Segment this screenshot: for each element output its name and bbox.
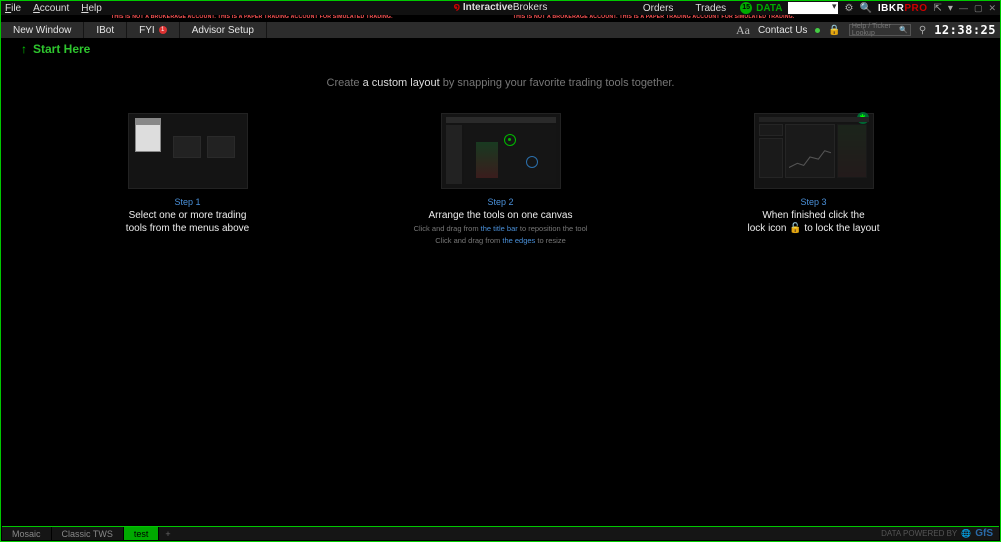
menu-account[interactable]: Account <box>33 3 69 14</box>
search-icon[interactable]: 🔍 <box>859 3 871 14</box>
step-3-text: When finished click the lock icon 🔓 to l… <box>699 209 929 235</box>
fyi-badge: 1 <box>159 26 167 34</box>
add-workspace-button[interactable]: + <box>159 527 176 540</box>
window-close[interactable]: ✕ <box>988 3 996 14</box>
market-data-status[interactable]: 15 DATA <box>740 2 782 14</box>
gear-icon[interactable]: ⚙ <box>844 3 853 14</box>
main-content: Create a custom layout by snapping your … <box>1 59 1000 541</box>
step-3-label: Step 3 <box>699 197 929 207</box>
font-size-icon[interactable]: Aa <box>736 23 750 38</box>
step-2-thumbnail <box>441 113 561 189</box>
ibot-button[interactable]: IBot <box>84 22 127 38</box>
headline: Create a custom layout by snapping your … <box>1 77 1000 89</box>
clock: 12:38:25 <box>934 23 996 37</box>
advisor-setup-button[interactable]: Advisor Setup <box>180 22 267 38</box>
step-2-sub1: Click and drag from the title bar to rep… <box>386 224 616 234</box>
window-minimize[interactable]: — <box>959 3 968 13</box>
orders-link[interactable]: Orders <box>635 3 682 14</box>
data-label: DATA <box>756 3 782 14</box>
start-here-label: Start Here <box>33 42 90 56</box>
contact-us-link[interactable]: Contact Us <box>758 25 807 36</box>
window-maximize[interactable]: ▢ <box>974 3 983 14</box>
workspace-tab-bar: Mosaic Classic TWS test + DATA POWERED B… <box>2 526 999 540</box>
link-icon[interactable]: ⚲ <box>919 25 926 36</box>
start-here-hint: ↑ Start Here <box>1 39 1000 59</box>
new-window-button[interactable]: New Window <box>1 22 84 38</box>
arrow-up-icon: ↑ <box>21 42 27 56</box>
fyi-button[interactable]: FYI 1 <box>127 22 180 38</box>
trades-link[interactable]: Trades <box>687 3 734 14</box>
step-3-thumbnail: ✱ <box>754 113 874 189</box>
lock-inline-icon: 🔓 <box>789 223 801 234</box>
step-2-sub2: Click and drag from the edges to resize <box>386 236 616 246</box>
menu-help[interactable]: Help <box>81 3 102 14</box>
step-2-label: Step 2 <box>386 197 616 207</box>
step-3-card: ✱ Step 3 When finished click the lock ic… <box>699 113 929 235</box>
layout-lock-icon[interactable]: 🔒 <box>828 25 840 36</box>
move-handle-icon <box>504 134 516 146</box>
data-provider-credit: DATA POWERED BY 🌐 GfS <box>881 527 999 540</box>
step-1-text: Select one or more tradingtools from the… <box>73 209 303 235</box>
workspace-tab-classic-tws[interactable]: Classic TWS <box>52 527 124 540</box>
magnifier-icon: 🔍 <box>899 26 908 34</box>
step-1-thumbnail <box>128 113 248 189</box>
account-selector[interactable] <box>788 2 838 14</box>
workspace-tab-mosaic[interactable]: Mosaic <box>2 527 52 540</box>
step-2-title: Arrange the tools on one canvas <box>386 209 616 222</box>
data-count-badge: 15 <box>740 2 752 14</box>
menu-file[interactable]: File <box>5 3 21 14</box>
chevron-down-icon[interactable]: ▾ <box>948 3 953 14</box>
resize-handle-icon <box>526 156 538 168</box>
popout-icon[interactable]: ⇱ <box>934 3 942 14</box>
step-1-label: Step 1 <box>73 197 303 207</box>
step-2-card: Step 2 Arrange the tools on one canvas C… <box>386 113 616 246</box>
step-1-card: Step 1 Select one or more tradingtools f… <box>73 113 303 235</box>
ticker-search-input[interactable]: Help / Ticker Lookup🔍 <box>849 24 911 36</box>
workspace-tab-test[interactable]: test <box>124 527 160 540</box>
connection-status-icon <box>815 28 820 33</box>
app-window: File Account Help Orders Trades 15 DATA … <box>0 0 1001 542</box>
toolbar: New Window IBot FYI 1 Advisor Setup Aa C… <box>1 21 1000 39</box>
ibkr-pro-badge: IBKRPRO <box>878 3 928 14</box>
provider-globe-icon: 🌐 <box>961 529 971 538</box>
menubar: File Account Help Orders Trades 15 DATA … <box>1 1 1000 15</box>
